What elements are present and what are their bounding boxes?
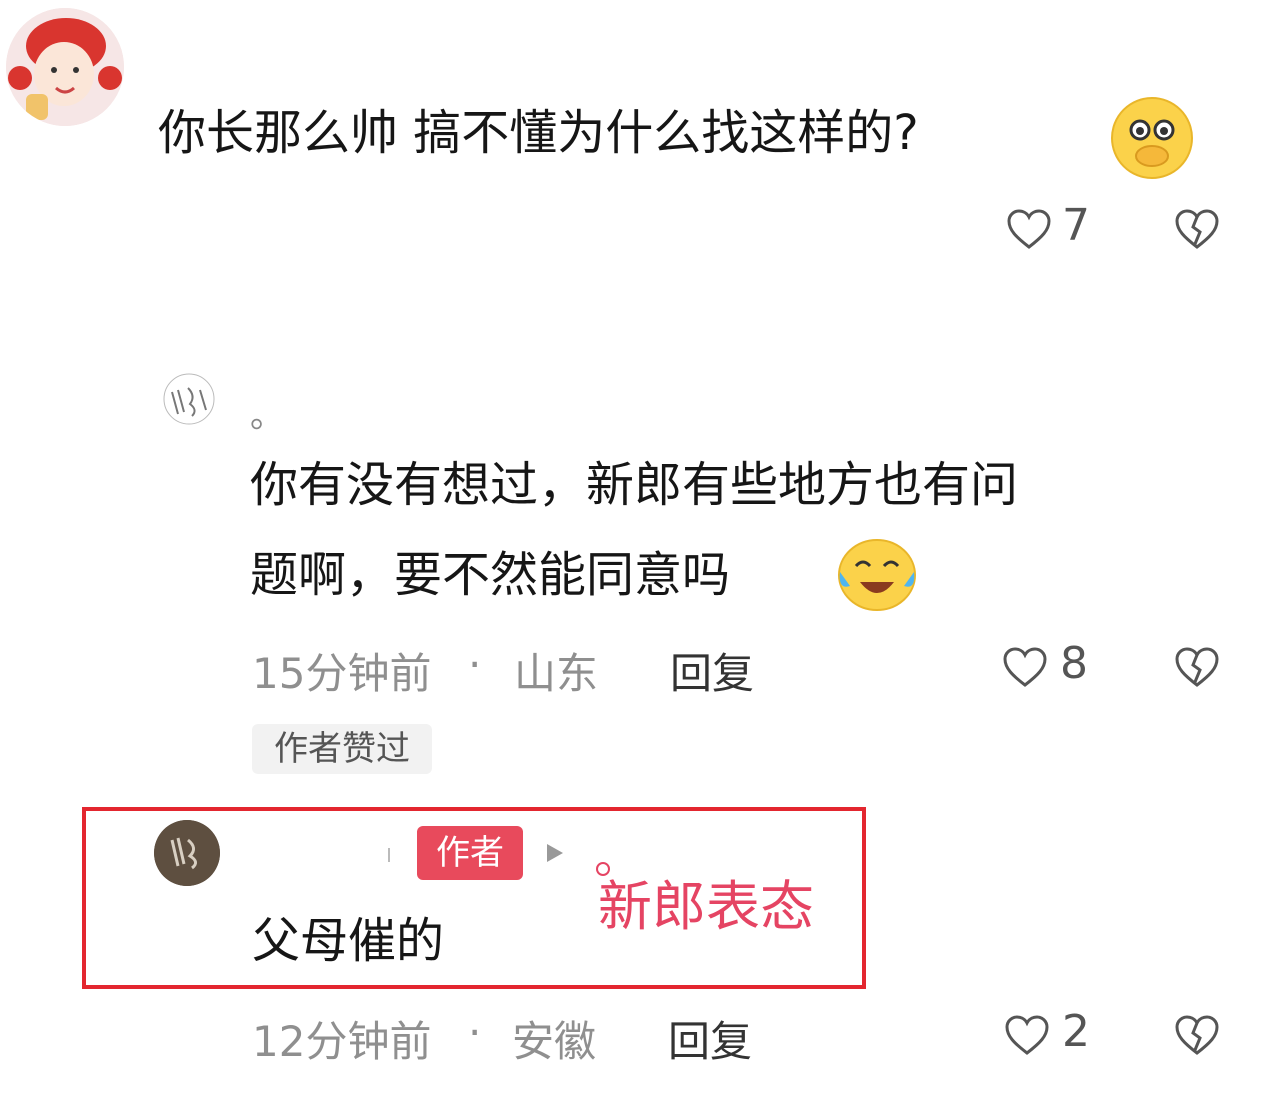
tears-of-joy-emoji-icon [836,538,918,612]
like-heart-icon[interactable] [1004,1014,1050,1056]
like-heart-icon[interactable] [1002,646,1048,688]
annotation-label: 新郎表态 [598,875,814,938]
username-divider [388,848,390,862]
like-heart-icon[interactable] [1006,208,1052,250]
play-arrow-icon [544,842,566,864]
avatar[interactable] [154,820,220,886]
comment-location: 山东 [514,649,599,698]
comment-text-line2: 题啊，要不然能同意吗 [250,547,731,603]
meta-separator: · [468,640,482,689]
covering-mouth-emoji-icon [1110,96,1194,180]
comment-text: 父母催的 [252,913,445,969]
author-badge: 作者 [417,826,523,880]
like-count: 2 [1062,1006,1090,1057]
comment-time: 15分钟前 [252,649,432,698]
reply-button[interactable]: 回复 [670,640,754,701]
avatar[interactable] [6,8,124,126]
comment-time: 12分钟前 [252,1017,432,1066]
like-count: 7 [1062,200,1090,251]
meta-separator: · [468,1008,482,1057]
reply-button[interactable]: 回复 [668,1008,752,1069]
dark-round-avatar-icon [154,820,220,886]
broken-heart-icon[interactable] [1174,646,1220,688]
cartoon-girl-avatar-icon [6,8,124,126]
like-count: 8 [1060,638,1088,689]
liked-by-author-tag: 作者赞过 [252,724,432,774]
avatar[interactable] [162,372,216,426]
comment-text-line1: 你有没有想过，新郎有些地方也有问 [250,457,1019,513]
broken-heart-icon[interactable] [1174,1014,1220,1056]
handwritten-avatar-icon [163,373,215,425]
username[interactable]: 。 [250,388,284,437]
comment-text: 你长那么帅 搞不懂为什么找这样的? [158,105,919,161]
broken-heart-icon[interactable] [1174,208,1220,250]
comment-location: 安徽 [512,1017,597,1066]
